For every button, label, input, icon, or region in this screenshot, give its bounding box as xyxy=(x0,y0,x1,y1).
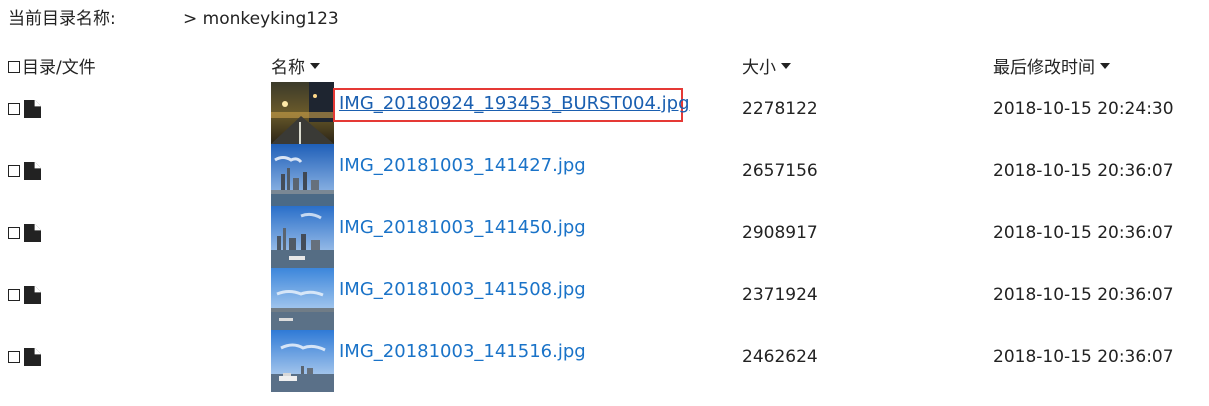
sort-by-time-header[interactable]: 最后修改时间 xyxy=(993,55,1110,81)
sort-caret-icon xyxy=(310,63,320,69)
file-name-link[interactable]: IMG_20181003_141450.jpg xyxy=(339,216,586,240)
sort-caret-icon xyxy=(781,63,791,69)
breadcrumb: 当前目录名称: > monkeyking123 xyxy=(8,6,339,32)
breadcrumb-path[interactable]: > monkeyking123 xyxy=(183,6,339,32)
image-thumbnail-city-river[interactable] xyxy=(271,206,334,268)
file-row: IMG_20181003_141450.jpg 2908917 2018-10-… xyxy=(0,206,1209,268)
file-size: 2371924 xyxy=(742,285,818,305)
file-modified-time: 2018-10-15 20:36:07 xyxy=(993,223,1174,243)
image-thumbnail-night-street[interactable] xyxy=(271,82,334,144)
file-modified-time: 2018-10-15 20:36:07 xyxy=(993,285,1174,305)
file-row: IMG_20180924_193453_BURST004.jpg 2278122… xyxy=(0,82,1209,144)
sort-by-size-header[interactable]: 大小 xyxy=(742,55,791,81)
file-modified-time: 2018-10-15 20:36:07 xyxy=(993,347,1174,367)
row-checkbox[interactable] xyxy=(8,351,20,363)
image-thumbnail-sky-river[interactable] xyxy=(271,268,334,330)
file-size: 2462624 xyxy=(742,347,818,367)
select-all-header[interactable]: 目录/文件 xyxy=(8,55,96,81)
row-select xyxy=(8,286,42,304)
row-select xyxy=(8,100,42,118)
row-select xyxy=(8,348,42,366)
file-modified-time: 2018-10-15 20:36:07 xyxy=(993,161,1174,181)
file-name-link[interactable]: IMG_20181003_141427.jpg xyxy=(339,154,586,178)
file-row: IMG_20181003_141516.jpg 2462624 2018-10-… xyxy=(0,330,1209,392)
file-icon xyxy=(24,162,41,180)
breadcrumb-label: 当前目录名称: xyxy=(8,9,116,29)
row-checkbox[interactable] xyxy=(8,165,20,177)
file-icon xyxy=(24,100,41,118)
column-header-name: 名称 xyxy=(271,58,305,78)
column-header-type: 目录/文件 xyxy=(22,58,96,78)
image-thumbnail-sky-boat[interactable] xyxy=(271,330,334,392)
file-name-link[interactable]: IMG_20181003_141508.jpg xyxy=(339,278,586,302)
file-size: 2657156 xyxy=(742,161,818,181)
file-icon xyxy=(24,348,41,366)
row-checkbox[interactable] xyxy=(8,103,20,115)
column-header-time: 最后修改时间 xyxy=(993,58,1095,78)
file-icon xyxy=(24,224,41,242)
column-header-size: 大小 xyxy=(742,58,776,78)
file-icon xyxy=(24,286,41,304)
select-all-checkbox[interactable] xyxy=(8,61,20,73)
file-name-link[interactable]: IMG_20180924_193453_BURST004.jpg xyxy=(339,92,690,116)
file-row: IMG_20181003_141508.jpg 2371924 2018-10-… xyxy=(0,268,1209,330)
row-checkbox[interactable] xyxy=(8,289,20,301)
image-thumbnail-city-skyline[interactable] xyxy=(271,144,334,206)
file-size: 2908917 xyxy=(742,223,818,243)
row-select xyxy=(8,224,42,242)
sort-by-name-header[interactable]: 名称 xyxy=(271,55,320,81)
file-browser: 当前目录名称: > monkeyking123 目录/文件 名称 大小 最后修改… xyxy=(0,0,1209,406)
file-size: 2278122 xyxy=(742,99,818,119)
file-name-link[interactable]: IMG_20181003_141516.jpg xyxy=(339,340,586,364)
file-modified-time: 2018-10-15 20:24:30 xyxy=(993,99,1174,119)
row-select xyxy=(8,162,42,180)
sort-caret-icon xyxy=(1100,63,1110,69)
row-checkbox[interactable] xyxy=(8,227,20,239)
file-row: IMG_20181003_141427.jpg 2657156 2018-10-… xyxy=(0,144,1209,206)
